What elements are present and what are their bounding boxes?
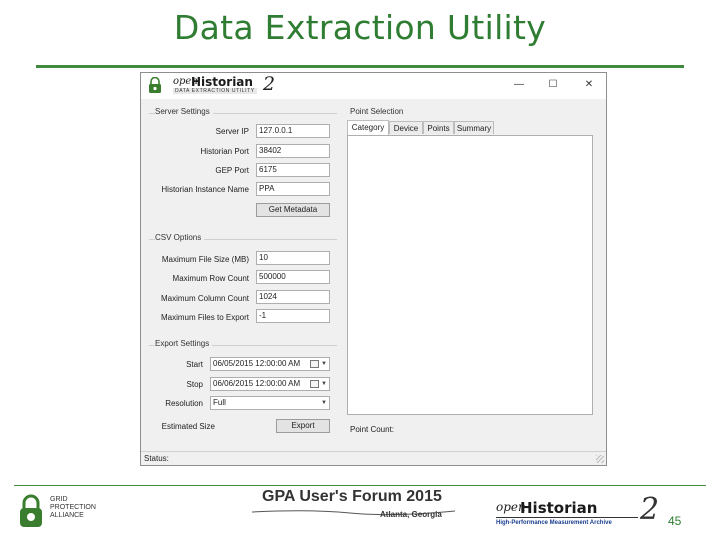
gpa-line1: GRID: [50, 496, 68, 503]
max-column-count-input[interactable]: 1024: [256, 290, 330, 304]
max-column-count-label: Maximum Column Count: [160, 294, 249, 303]
oh-historian-text: Historian: [520, 499, 598, 517]
gpa-logo: GRID PROTECTION ALLIANCE: [16, 492, 126, 532]
chevron-down-icon: ▼: [321, 400, 327, 406]
gep-port-input[interactable]: 6175: [256, 163, 330, 177]
start-datetime-picker[interactable]: 06/05/2015 12:00:00 AM ▼: [210, 357, 330, 371]
max-row-count-input[interactable]: 500000: [256, 270, 330, 284]
oh-underline: [496, 517, 638, 518]
tab-category[interactable]: Category: [347, 120, 389, 135]
app-window: open Historian 2 DATA EXTRACTION UTILITY…: [140, 72, 607, 466]
page-number: 45: [668, 514, 682, 528]
lock-icon: [149, 77, 161, 93]
title-divider: [36, 65, 684, 68]
point-count-label: Point Count:: [350, 425, 395, 434]
logo-subtitle: DATA EXTRACTION UTILITY: [173, 88, 257, 94]
forum-location: Atlanta, Georgia: [380, 510, 442, 519]
tab-summary[interactable]: Summary: [454, 121, 494, 134]
stop-datetime-picker[interactable]: 06/06/2015 12:00:00 AM ▼: [210, 377, 330, 391]
max-row-count-label: Maximum Row Count: [172, 274, 249, 283]
category-list[interactable]: [347, 135, 593, 415]
max-file-size-label: Maximum File Size (MB): [161, 255, 249, 264]
forum-title: GPA User's Forum 2015: [262, 488, 442, 505]
max-files-input[interactable]: -1: [256, 309, 330, 323]
gpa-wordmark: GRID PROTECTION ALLIANCE: [50, 496, 96, 520]
server-ip-input[interactable]: 127.0.0.1: [256, 124, 330, 138]
slide-title: Data Extraction Utility: [173, 8, 547, 47]
chevron-down-icon: ▼: [321, 381, 327, 387]
start-datetime-value: 06/05/2015 12:00:00 AM: [213, 359, 301, 368]
calendar-icon: [310, 360, 319, 368]
resize-grip-icon[interactable]: [596, 455, 604, 463]
get-metadata-button[interactable]: Get Metadata: [256, 203, 330, 217]
maximize-button[interactable]: ☐: [543, 78, 563, 92]
openhistorian-logo: open Historian 2 High-Performance Measur…: [494, 492, 664, 534]
gpa-lock-icon: [20, 494, 42, 527]
point-selection-label: Point Selection: [350, 107, 407, 116]
app-logo: open Historian 2 DATA EXTRACTION UTILITY: [145, 73, 295, 97]
status-bar: Status:: [141, 451, 606, 465]
resolution-value: Full: [213, 398, 226, 407]
calendar-icon: [310, 380, 319, 388]
gep-port-label: GEP Port: [215, 166, 249, 175]
historian-port-label: Historian Port: [200, 147, 249, 156]
resolution-label: Resolution: [165, 399, 203, 408]
server-settings-label: Server Settings: [155, 107, 213, 116]
minimize-button[interactable]: —: [509, 78, 529, 92]
close-button[interactable]: ✕: [579, 78, 599, 92]
stop-datetime-value: 06/06/2015 12:00:00 AM: [213, 379, 301, 388]
chevron-down-icon: ▼: [321, 361, 327, 367]
max-file-size-input[interactable]: 10: [256, 251, 330, 265]
start-label: Start: [186, 360, 203, 369]
title-bar[interactable]: open Historian 2 DATA EXTRACTION UTILITY…: [141, 73, 606, 99]
status-label: Status:: [144, 454, 169, 463]
oh-version: 2: [640, 492, 660, 527]
stop-label: Stop: [186, 380, 203, 389]
export-settings-label: Export Settings: [155, 339, 213, 348]
max-files-label: Maximum Files to Export: [160, 313, 249, 322]
export-button[interactable]: Export: [276, 419, 330, 433]
footer-divider: [14, 485, 706, 486]
gpa-line2: PROTECTION: [50, 504, 96, 511]
tab-points[interactable]: Points: [423, 121, 454, 134]
historian-port-input[interactable]: 38402: [256, 144, 330, 158]
estimated-size-label: Estimated Size: [161, 422, 215, 431]
oh-tagline: High-Performance Measurement Archive: [496, 520, 612, 526]
logo-version: 2: [263, 73, 276, 95]
gpa-line3: ALLIANCE: [50, 512, 84, 519]
logo-historian-text: Historian: [191, 75, 253, 89]
resolution-select[interactable]: Full ▼: [210, 396, 330, 410]
tab-device[interactable]: Device: [389, 121, 423, 134]
forum-banner: GPA User's Forum 2015 Atlanta, Georgia: [250, 488, 460, 528]
instance-name-label: Historian Instance Name: [161, 185, 249, 194]
csv-options-label: CSV Options: [155, 233, 205, 242]
server-ip-label: Server IP: [215, 127, 249, 136]
instance-name-input[interactable]: PPA: [256, 182, 330, 196]
